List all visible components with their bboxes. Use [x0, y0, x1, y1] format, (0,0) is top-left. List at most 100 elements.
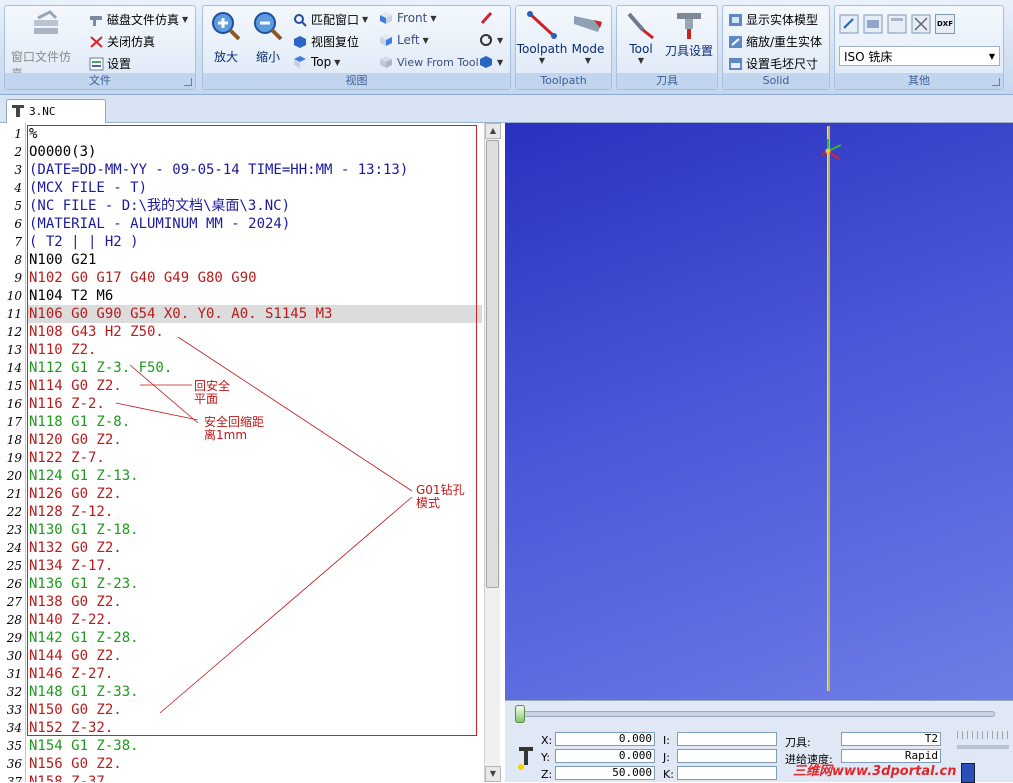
dxf-icon[interactable]: DXF	[935, 14, 955, 34]
zoom-in-label: 放大	[213, 50, 238, 64]
disk-sim-button[interactable]: 磁盘文件仿真 ▼	[89, 11, 188, 28]
tool-button[interactable]: Tool ▼	[621, 10, 661, 65]
close-sim-button[interactable]: 关闭仿真	[89, 33, 155, 50]
other-group-launcher-icon[interactable]	[992, 78, 1000, 86]
i-label: I:	[663, 734, 670, 747]
toolpath-dropdown-icon: ▼	[538, 56, 546, 65]
watermark-text: 三维网www.3dportal.cn	[793, 764, 957, 779]
other-group: DXF ISO 铣床 ▼ 其他	[834, 5, 1004, 90]
show-solid-label: 显示实体模型	[746, 13, 819, 27]
zoom-in-icon	[210, 10, 242, 42]
view-from-tool-icon	[380, 56, 392, 68]
rotate-icon	[480, 34, 492, 46]
ribbon-toolbar: 窗口文件仿真 磁盘文件仿真 ▼ 关闭仿真 设置 文件 放大	[0, 0, 1013, 95]
close-sim-icon	[90, 35, 103, 48]
progress-slider-handle[interactable]	[515, 705, 525, 723]
tab-label: 3.NC	[29, 105, 56, 118]
scroll-thumb[interactable]	[486, 140, 499, 588]
x-label: X:	[541, 734, 553, 747]
zoom-out-icon	[252, 10, 284, 42]
zoom-in-button[interactable]: 放大	[209, 10, 243, 65]
speed-slider-track[interactable]	[957, 745, 1009, 749]
top-view-button[interactable]: Top ▼	[293, 55, 340, 69]
zoom-rebuild-icon	[729, 35, 742, 48]
top-view-icon	[294, 56, 306, 68]
other-group-title: 其他	[835, 73, 1003, 89]
rotate-button[interactable]: ▼	[479, 33, 503, 47]
shade-button[interactable]: ▼	[479, 55, 503, 69]
settings-button[interactable]: 设置	[89, 55, 131, 72]
simulation-viewport[interactable]	[505, 123, 1013, 700]
solid-group-title: Solid	[723, 73, 829, 89]
left-view-button[interactable]: Left ▼	[379, 33, 429, 47]
settings-icon	[89, 57, 104, 70]
mode-button[interactable]: Mode ▼	[566, 10, 610, 65]
pencil-button[interactable]	[479, 11, 494, 25]
file-group-launcher-icon[interactable]	[184, 78, 192, 86]
tool-status-field: T2	[841, 732, 941, 746]
window-sim-button[interactable]: 窗口文件仿真	[11, 10, 81, 82]
i-value-field	[677, 732, 777, 746]
tool-icon	[625, 10, 657, 42]
tool-status-icon	[518, 747, 533, 770]
front-view-label: Front	[397, 11, 428, 25]
z-value-field: 50.000	[555, 766, 655, 780]
window-sim-icon	[30, 10, 62, 42]
z-label: Z:	[541, 768, 553, 781]
shade-dropdown-icon: ▼	[497, 57, 504, 67]
fit-window-button[interactable]: 匹配窗口 ▼	[293, 11, 368, 28]
export-icon[interactable]	[839, 14, 859, 34]
mode-label: Mode	[571, 42, 605, 56]
tab-3nc[interactable]: 3.NC	[6, 99, 106, 123]
machine-select-dropdown-icon: ▼	[988, 51, 995, 61]
safe-plane-note: 回安全 平面	[194, 379, 231, 406]
speed-slider-handle[interactable]	[961, 763, 975, 783]
zoom-rebuild-button[interactable]: 缩放/重生实体	[728, 33, 822, 50]
show-solid-button[interactable]: 显示实体模型	[728, 11, 818, 28]
fit-window-icon	[294, 13, 307, 27]
window-icon[interactable]	[887, 14, 907, 34]
disk-sim-icon	[90, 15, 102, 26]
y-label: Y:	[541, 751, 550, 764]
rotate-dropdown-icon: ▼	[497, 35, 504, 45]
close-sim-label: 关闭仿真	[107, 35, 156, 49]
editor-vertical-scrollbar[interactable]: ▲ ▼	[484, 123, 501, 782]
zoom-out-button[interactable]: 缩小	[251, 10, 285, 65]
stock-size-label: 设置毛坯尺寸	[746, 57, 819, 71]
stock-size-button[interactable]: 设置毛坯尺寸	[728, 55, 818, 72]
speed-slider-ticks[interactable]	[957, 731, 1009, 739]
axis-triad-icon	[821, 139, 842, 160]
settings-label: 设置	[107, 57, 132, 71]
tool-settings-button[interactable]: 刀具设置	[661, 10, 717, 59]
front-view-button[interactable]: Front ▼	[379, 11, 437, 25]
left-view-icon	[380, 34, 392, 46]
tool-group-title: 刀具	[617, 73, 717, 89]
front-view-dropdown-icon: ▼	[430, 13, 437, 23]
view-from-tool-button[interactable]: View From Tool	[379, 55, 479, 69]
scroll-up-icon[interactable]: ▲	[485, 123, 501, 139]
j-label: J:	[663, 751, 670, 764]
disk-sim-label: 磁盘文件仿真	[107, 13, 180, 27]
toolpath-group-title: Toolpath	[516, 73, 611, 89]
progress-track[interactable]	[515, 711, 995, 717]
document-tab-bar: 3.NC	[0, 95, 1013, 123]
annotation-lines	[115, 336, 413, 714]
view-reset-label: 视图复位	[311, 35, 360, 49]
image-icon[interactable]	[863, 14, 883, 34]
tool-dropdown-icon: ▼	[637, 56, 645, 65]
solid-group: 显示实体模型 缩放/重生实体 设置毛坯尺寸 Solid	[722, 5, 830, 90]
nc-code-editor[interactable]: 1 2 3 4 5 6 7 8 9 10 11 12 13 14 15 16 17 18 19 20 21 22 23 24 2…	[0, 123, 484, 782]
view-reset-button[interactable]: 视图复位	[293, 33, 359, 50]
scroll-down-icon[interactable]: ▼	[485, 766, 501, 782]
grid-icon[interactable]	[911, 14, 931, 34]
fit-window-label: 匹配窗口	[311, 13, 360, 27]
toolpath-button[interactable]: Toolpath ▼	[517, 10, 567, 65]
shade-cube-icon	[480, 56, 492, 68]
view-reset-icon	[294, 35, 306, 48]
k-value-field	[677, 766, 777, 780]
mode-dropdown-icon: ▼	[584, 56, 592, 65]
machine-select[interactable]: ISO 铣床 ▼	[839, 46, 1000, 66]
pencil-icon	[480, 11, 493, 25]
show-solid-icon	[729, 13, 742, 26]
j-value-field	[677, 749, 777, 763]
